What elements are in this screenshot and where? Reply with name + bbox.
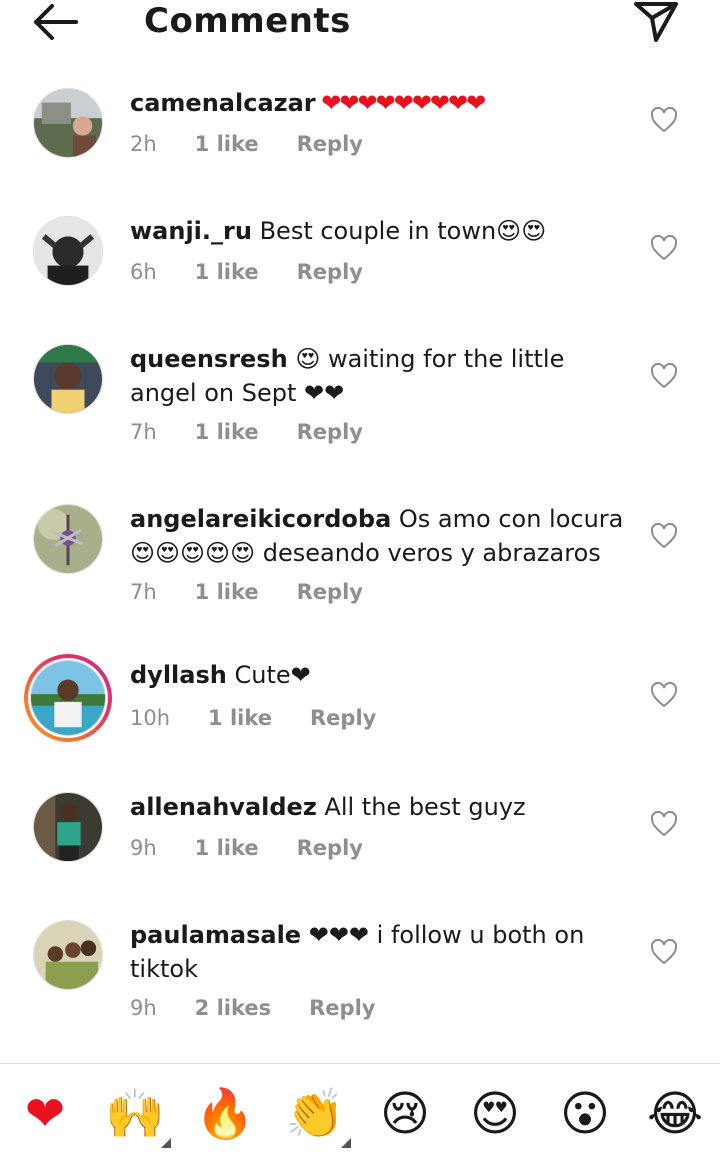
comment-item: angelareikicordoba Os amo con locura😍😍😍😍… (0, 502, 720, 622)
comment-text: wanji._ru Best couple in town😍😍 (130, 214, 630, 248)
comment-item: allenahvaldez All the best guyz 9h 1 like… (0, 790, 720, 890)
back-arrow-icon[interactable] (28, 0, 84, 44)
skin-tone-indicator (341, 1138, 351, 1148)
heart-outline-icon[interactable] (650, 938, 678, 965)
comment-time: 9h (130, 836, 157, 860)
comment-time: 6h (130, 260, 157, 284)
skin-tone-indicator (161, 1138, 171, 1148)
comment-item: camenalcazar ❤❤❤❤❤❤❤❤❤ 2h 1 like Reply (0, 86, 720, 186)
comment-text: queensresh 😍 waiting for the little ange… (130, 342, 630, 410)
heart-outline-icon[interactable] (650, 106, 678, 133)
heart-outline-icon[interactable] (650, 234, 678, 261)
comment-meta: 6h 1 like Reply (130, 258, 363, 286)
comment-username[interactable]: queensresh (130, 345, 288, 373)
comment-meta: 7h 1 like Reply (130, 418, 363, 446)
comment-body: Best couple in town😍😍 (251, 217, 547, 245)
clapping-hands-emoji-glyph: 👏 (285, 1086, 345, 1142)
reply-button[interactable]: Reply (297, 132, 363, 156)
raising-hands-emoji-glyph: 🙌 (105, 1086, 165, 1142)
comment-body: All the best guyz (316, 793, 526, 821)
comment-item: wanji._ru Best couple in town😍😍 6h 1 like… (0, 214, 720, 314)
comment-likes[interactable]: 1 like (195, 836, 259, 860)
avatar[interactable] (30, 660, 106, 736)
comment-username[interactable]: camenalcazar (130, 89, 316, 117)
comment-time: 2h (130, 132, 157, 156)
emoji-reaction-bar: ❤ 🙌 🔥 👏 😢 😍 😮 😂 (0, 1063, 720, 1167)
send-icon[interactable] (630, 0, 682, 44)
raising-hands-emoji[interactable]: 🙌 (105, 1086, 171, 1148)
comment-username[interactable]: angelareikicordoba (130, 505, 391, 533)
comment-text: dyllash Cute❤ (130, 658, 630, 692)
comment-body: Cute❤ (226, 661, 311, 689)
comment-username[interactable]: dyllash (130, 661, 227, 689)
heart-outline-icon[interactable] (650, 362, 678, 389)
comment-likes[interactable]: 2 likes (195, 996, 271, 1020)
comment-time: 10h (130, 706, 171, 730)
comment-time: 9h (130, 996, 157, 1020)
avatar[interactable] (33, 216, 103, 286)
comment-text: paulamasale ❤❤❤ i follow u both on tikto… (130, 918, 630, 986)
page-title: Comments (144, 1, 351, 41)
comment-meta: 7h 1 like Reply (130, 578, 363, 606)
clapping-hands-emoji[interactable]: 👏 (285, 1086, 351, 1148)
fire-emoji[interactable]: 🔥 (195, 1086, 255, 1142)
heart-outline-icon[interactable] (650, 522, 678, 549)
comment-likes[interactable]: 1 like (195, 580, 259, 604)
comment-text: angelareikicordoba Os amo con locura😍😍😍😍… (130, 502, 630, 570)
reply-button[interactable]: Reply (297, 580, 363, 604)
comment-likes[interactable]: 1 like (195, 132, 259, 156)
comment-likes[interactable]: 1 like (195, 420, 259, 444)
comment-time: 7h (130, 580, 157, 604)
avatar[interactable] (33, 504, 103, 574)
comment-item: paulamasale ❤❤❤ i follow u both on tikto… (0, 918, 720, 1038)
heart-eyes-emoji[interactable]: 😍 (465, 1086, 525, 1142)
avatar[interactable] (33, 920, 103, 990)
comment-meta: 2h 1 like Reply (130, 130, 363, 158)
avatar[interactable] (33, 344, 103, 414)
header: Comments (0, 0, 720, 48)
comment-time: 7h (130, 420, 157, 444)
comment-likes[interactable]: 1 like (208, 706, 272, 730)
comment-username[interactable]: allenahvaldez (130, 793, 317, 821)
comment-username[interactable]: wanji._ru (130, 217, 252, 245)
heart-outline-icon[interactable] (650, 681, 678, 708)
reply-button[interactable]: Reply (297, 260, 363, 284)
avatar[interactable] (33, 792, 103, 862)
reply-button[interactable]: Reply (297, 420, 363, 444)
avatar[interactable] (33, 88, 103, 158)
heart-outline-icon[interactable] (650, 810, 678, 837)
story-ring[interactable] (24, 654, 112, 742)
comment-text: allenahvaldez All the best guyz (130, 790, 630, 824)
comment-item: dyllash Cute❤ 10h 1 like Reply (0, 654, 720, 754)
comment-username[interactable]: paulamasale (130, 921, 301, 949)
reply-button[interactable]: Reply (310, 706, 376, 730)
crying-face-emoji[interactable]: 😢 (375, 1086, 435, 1142)
surprised-face-emoji[interactable]: 😮 (555, 1086, 615, 1142)
comment-meta: 9h 1 like Reply (130, 834, 363, 862)
red-heart-emoji[interactable]: ❤ (15, 1086, 75, 1142)
comment-item: queensresh 😍 waiting for the little ange… (0, 342, 720, 462)
comment-meta: 10h 1 like Reply (130, 704, 376, 732)
comment-likes[interactable]: 1 like (195, 260, 259, 284)
reply-button[interactable]: Reply (297, 836, 363, 860)
reply-button[interactable]: Reply (309, 996, 375, 1020)
comment-meta: 9h 2 likes Reply (130, 994, 375, 1022)
comment-body: ❤❤❤❤❤❤❤❤❤ (315, 89, 486, 117)
tears-of-joy-emoji[interactable]: 😂 (645, 1086, 705, 1142)
comment-text: camenalcazar ❤❤❤❤❤❤❤❤❤ (130, 86, 630, 120)
